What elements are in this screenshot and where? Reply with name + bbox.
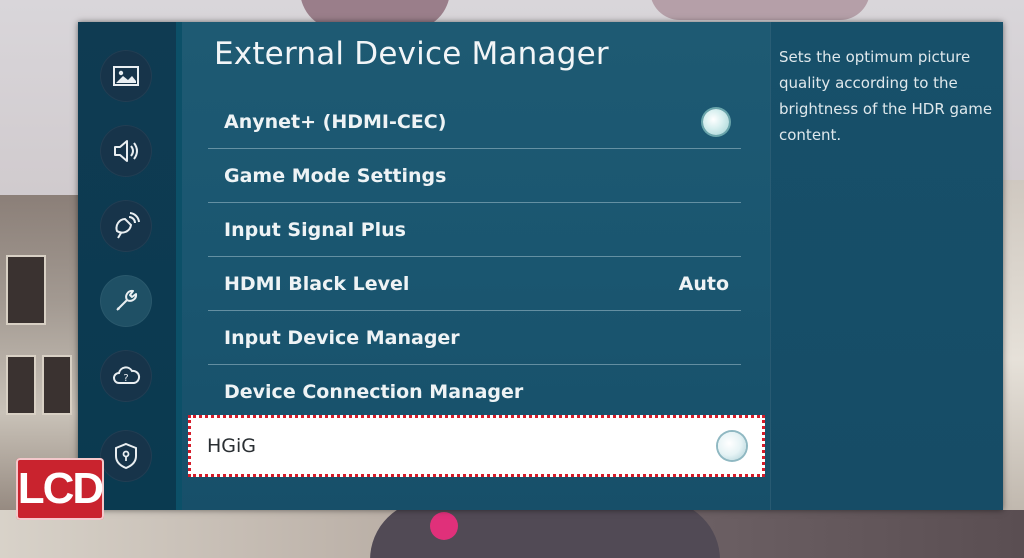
support-cloud-icon[interactable]: ? — [100, 350, 152, 402]
menu-item-label: Device Connection Manager — [224, 381, 524, 403]
description-text: Sets the optimum picture quality accordi… — [779, 48, 993, 144]
page-title: External Device Manager — [214, 36, 609, 72]
menu-item-label: Game Mode Settings — [224, 164, 447, 187]
description-panel: Sets the optimum picture quality accordi… — [770, 22, 1003, 510]
background-building-right — [1000, 180, 1024, 540]
settings-sidebar: ? — [78, 22, 176, 510]
menu-item-input-device-manager[interactable]: Input Device Manager — [208, 311, 741, 365]
menu-item-label: Input Device Manager — [224, 326, 460, 349]
menu-item-hgig[interactable]: HGiG — [188, 415, 765, 477]
background-shape — [650, 0, 870, 20]
menu-item-label: Input Signal Plus — [224, 218, 406, 241]
menu-item-device-connection-manager[interactable]: Device Connection Manager — [208, 365, 741, 419]
menu-item-value: Auto — [678, 272, 729, 295]
menu-item-anynet[interactable]: Anynet+ (HDMI-CEC) — [208, 95, 741, 149]
toggle-indicator-icon — [703, 108, 729, 135]
menu-item-label: HGiG — [207, 435, 257, 457]
menu-item-label: Anynet+ (HDMI-CEC) — [224, 110, 447, 133]
menu-item-game-mode-settings[interactable]: Game Mode Settings — [208, 149, 741, 203]
picture-icon[interactable] — [100, 50, 152, 102]
menu-item-hdmi-black-level[interactable]: HDMI Black Level Auto — [208, 257, 741, 311]
settings-panel: ? External Device Manager Anynet+ (HDMI-… — [78, 22, 1003, 510]
menu-item-input-signal-plus[interactable]: Input Signal Plus — [208, 203, 741, 257]
menu-item-label: HDMI Black Level — [224, 272, 410, 295]
broadcast-icon[interactable] — [100, 200, 152, 252]
sound-icon[interactable] — [100, 125, 152, 177]
privacy-shield-icon[interactable] — [100, 430, 152, 482]
svg-text:?: ? — [123, 373, 128, 384]
general-wrench-icon[interactable] — [100, 275, 152, 327]
watermark-logo: LCD — [16, 458, 104, 520]
background-object — [430, 512, 458, 540]
toggle-indicator-icon[interactable] — [718, 432, 746, 460]
